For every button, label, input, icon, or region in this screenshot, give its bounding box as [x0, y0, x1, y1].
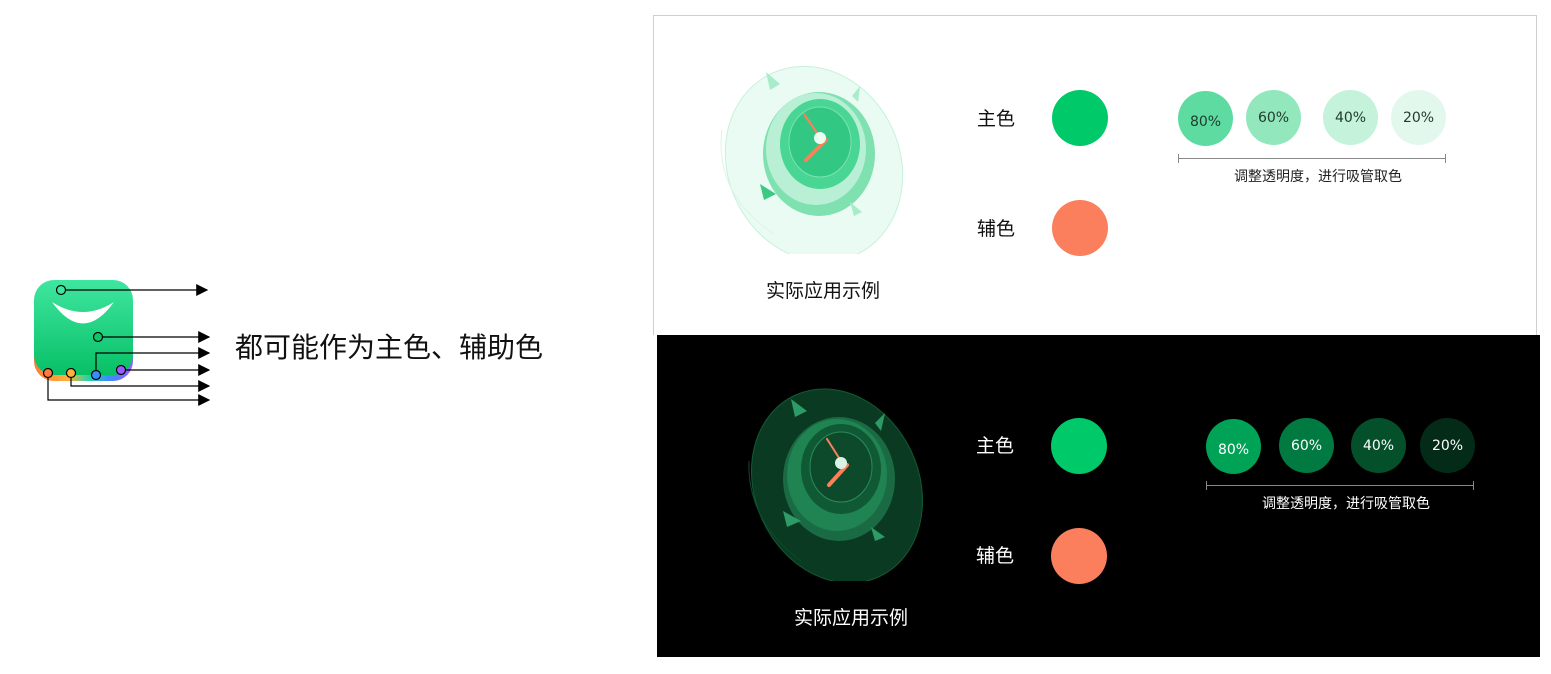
opacity-chip-label: 80% — [1189, 113, 1222, 130]
opacity-chip-label: 20% — [1402, 109, 1435, 126]
opacity-chip-label: 60% — [1257, 109, 1290, 126]
primary-color-swatch — [1051, 418, 1107, 474]
opacity-range-line — [1178, 154, 1446, 163]
primary-color-label: 主色 — [977, 108, 1016, 130]
opacity-chip-label: 40% — [1334, 109, 1367, 126]
opacity-range-line — [1206, 481, 1474, 490]
primary-color-label: 主色 — [976, 435, 1015, 457]
example-caption: 实际应用示例 — [794, 607, 909, 629]
compass-clock-illustration-dark — [748, 388, 923, 581]
secondary-color-label: 辅色 — [976, 545, 1015, 567]
opacity-range-caption: 调整透明度，进行吸管取色 — [1234, 169, 1402, 185]
secondary-color-swatch — [1052, 200, 1108, 256]
compass-clock-illustration-light — [720, 65, 904, 254]
opacity-chip-40: 40% — [1351, 418, 1406, 473]
opacity-chip-20: 20% — [1420, 418, 1475, 473]
secondary-color-swatch — [1051, 528, 1107, 584]
app-icon-annotation: 都可能作为主色、辅助色 — [0, 0, 640, 674]
app-icon — [34, 280, 133, 375]
opacity-chip-80: 80% — [1206, 419, 1261, 474]
left-caption: 都可能作为主色、辅助色 — [235, 331, 544, 364]
primary-color-swatch — [1052, 90, 1108, 146]
opacity-chip-60: 60% — [1246, 90, 1301, 145]
opacity-chip-40: 40% — [1323, 90, 1378, 145]
opacity-chip-20: 20% — [1391, 90, 1446, 145]
secondary-color-label: 辅色 — [977, 218, 1016, 240]
opacity-chip-label: 40% — [1362, 437, 1395, 454]
example-caption: 实际应用示例 — [766, 280, 881, 302]
opacity-chip-label: 60% — [1290, 437, 1323, 454]
opacity-chip-80: 80% — [1178, 91, 1233, 146]
opacity-chip-label: 20% — [1431, 437, 1464, 454]
light-panel: 实际应用示例 主色 辅色 80% 60% 40% 20% 调整透明度，进行吸管取… — [653, 15, 1537, 335]
opacity-chip-60: 60% — [1279, 418, 1334, 473]
opacity-chip-label: 80% — [1217, 441, 1250, 458]
opacity-range-caption: 调整透明度，进行吸管取色 — [1262, 496, 1430, 512]
dark-panel: 实际应用示例 主色 辅色 80% 60% 40% 20% 调整透明度，进行吸管取… — [657, 335, 1540, 657]
